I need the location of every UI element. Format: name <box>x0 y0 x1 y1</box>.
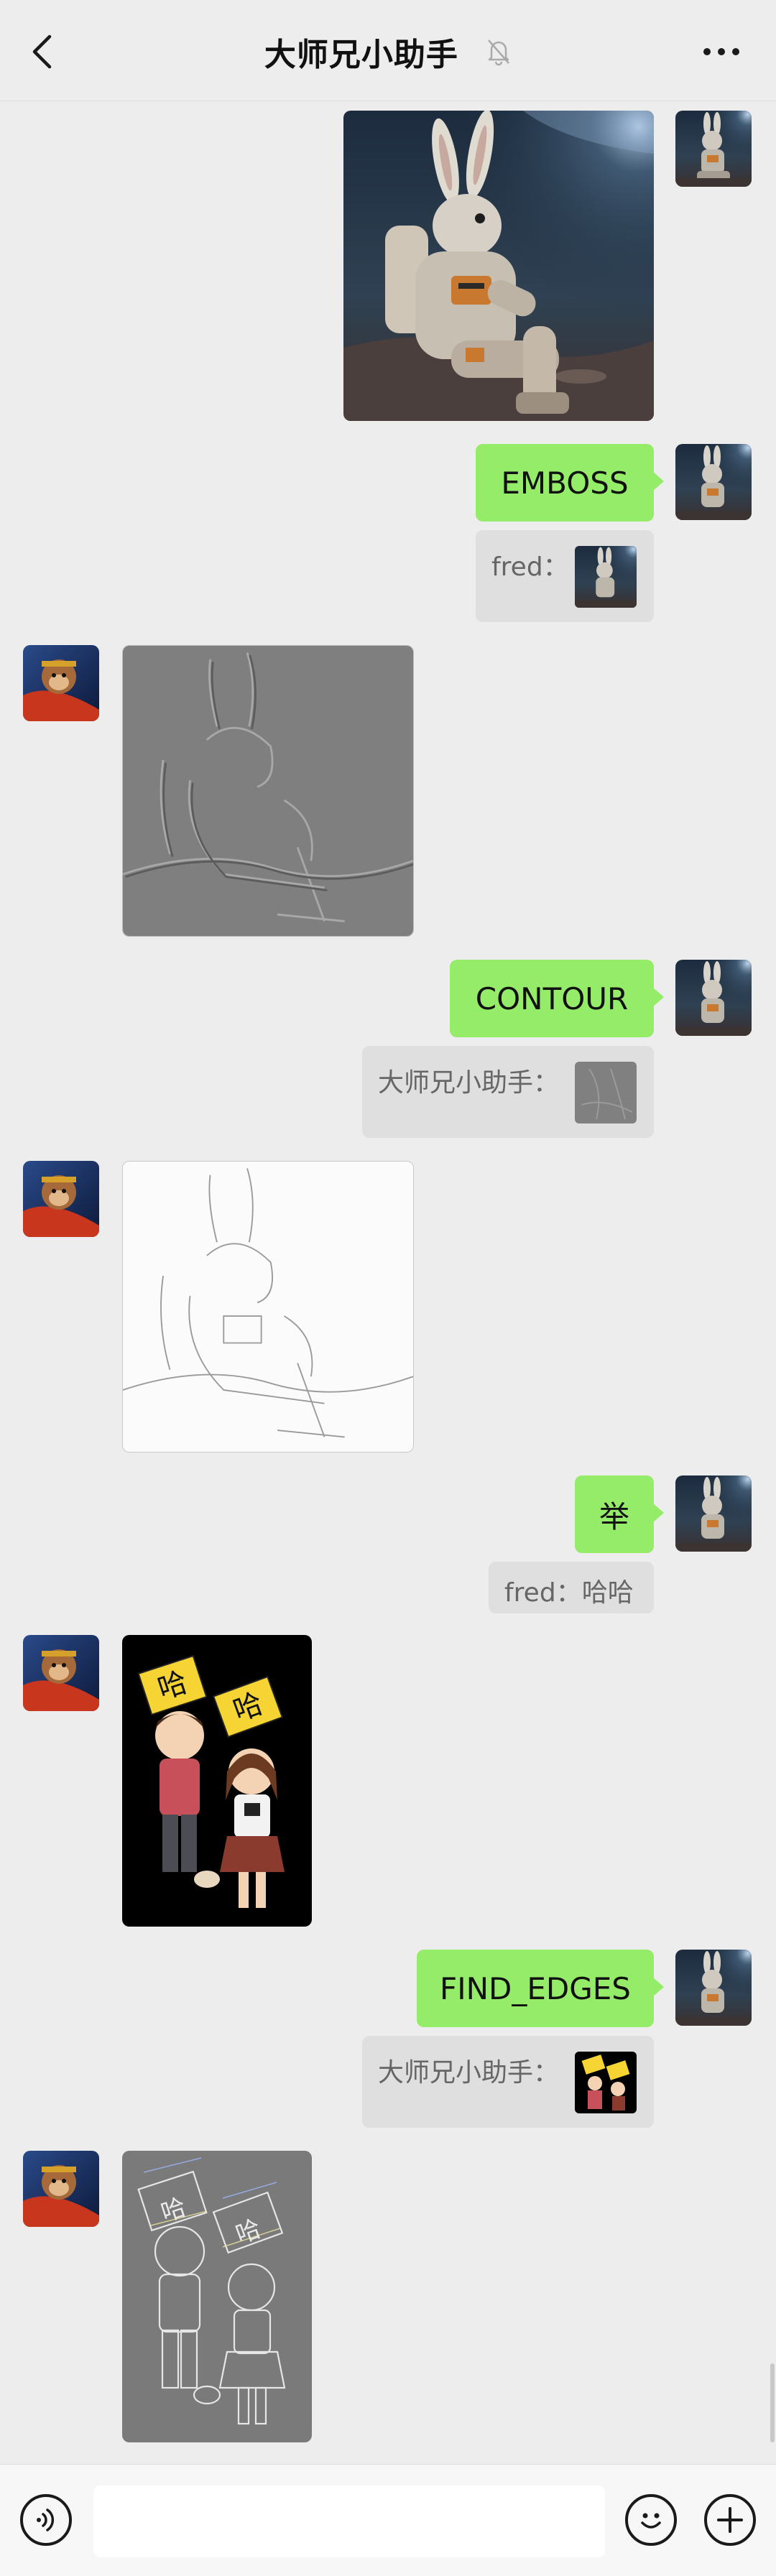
rabbit-astronaut-avatar <box>675 1950 752 2026</box>
chat-title[interactable]: 大师兄小助手 <box>0 29 776 75</box>
self-avatar[interactable] <box>675 111 752 187</box>
quote-reference[interactable]: fred：哈哈 <box>489 1562 654 1613</box>
quote-thumbnail <box>575 2052 637 2113</box>
rabbit-astronaut-avatar <box>675 444 752 520</box>
message-text: EMBOSS <box>501 465 629 501</box>
more-dots-icon <box>703 48 739 55</box>
bot-avatar[interactable] <box>23 1161 99 1237</box>
add-button[interactable] <box>704 2494 756 2546</box>
haha-cartoon-couple-image: 哈 哈 <box>122 1635 312 1927</box>
quote-label: 大师兄小助手： <box>378 1068 560 1098</box>
monkey-king-avatar <box>23 1161 99 1237</box>
monkey-king-avatar <box>23 2151 99 2227</box>
chat-title-text: 大师兄小助手 <box>264 37 458 73</box>
message-text: CONTOUR <box>475 981 629 1016</box>
message-text: 举 <box>599 1498 629 1534</box>
find-edges-cartoon-image: 哈 哈 <box>122 2151 312 2442</box>
text-bubble[interactable]: 举 <box>575 1475 664 1553</box>
more-options-button[interactable] <box>700 34 743 69</box>
image-message-emboss[interactable] <box>122 645 414 937</box>
image-message-haha-cartoon[interactable]: 哈 哈 <box>122 1635 312 1927</box>
plus-icon <box>717 2507 743 2533</box>
self-avatar[interactable] <box>675 444 752 520</box>
message-text: FIND_EDGES <box>440 1970 631 2006</box>
image-message-astronaut-rabbit[interactable] <box>343 111 654 421</box>
bell-off-icon <box>488 40 510 66</box>
quote-reference[interactable]: 大师兄小助手： <box>362 1046 654 1138</box>
text-bubble[interactable]: FIND_EDGES <box>417 1950 664 2027</box>
astronaut-rabbit-photo <box>343 111 654 421</box>
quote-reference[interactable]: 大师兄小助手： <box>362 2036 654 2128</box>
rabbit-astronaut-avatar <box>675 1475 752 1552</box>
quote-label: fred： <box>491 552 569 582</box>
message-input[interactable] <box>93 2485 605 2557</box>
quote-reference[interactable]: fred： <box>476 530 654 622</box>
image-message-find-edges[interactable]: 哈 哈 <box>122 2151 312 2442</box>
self-avatar[interactable] <box>675 1950 752 2026</box>
quote-thumbnail <box>575 1062 637 1123</box>
self-avatar[interactable] <box>675 1475 752 1552</box>
emoji-button[interactable] <box>625 2494 677 2546</box>
text-bubble[interactable]: CONTOUR <box>450 960 664 1037</box>
monkey-king-avatar <box>23 645 99 721</box>
bot-avatar[interactable] <box>23 2151 99 2227</box>
quote-label: 大师兄小助手： <box>378 2058 560 2088</box>
voice-icon <box>37 2508 55 2531</box>
quote-thumbnail <box>575 546 637 608</box>
voice-button[interactable] <box>20 2494 72 2546</box>
bot-avatar[interactable] <box>23 1635 99 1711</box>
contour-rabbit-image <box>123 1162 413 1452</box>
emoji-icon <box>641 2513 661 2529</box>
image-message-contour[interactable] <box>122 1161 414 1453</box>
bot-avatar[interactable] <box>23 645 99 721</box>
self-avatar[interactable] <box>675 960 752 1036</box>
rabbit-astronaut-avatar <box>675 960 752 1036</box>
monkey-king-avatar <box>23 1635 99 1711</box>
embossed-rabbit-image <box>123 646 413 936</box>
quote-label: fred： <box>504 1578 582 1608</box>
rabbit-astronaut-avatar <box>675 111 752 187</box>
scrollbar[interactable] <box>770 2363 775 2442</box>
quote-text: 哈哈 <box>581 1578 634 1608</box>
text-bubble[interactable]: EMBOSS <box>476 444 664 522</box>
